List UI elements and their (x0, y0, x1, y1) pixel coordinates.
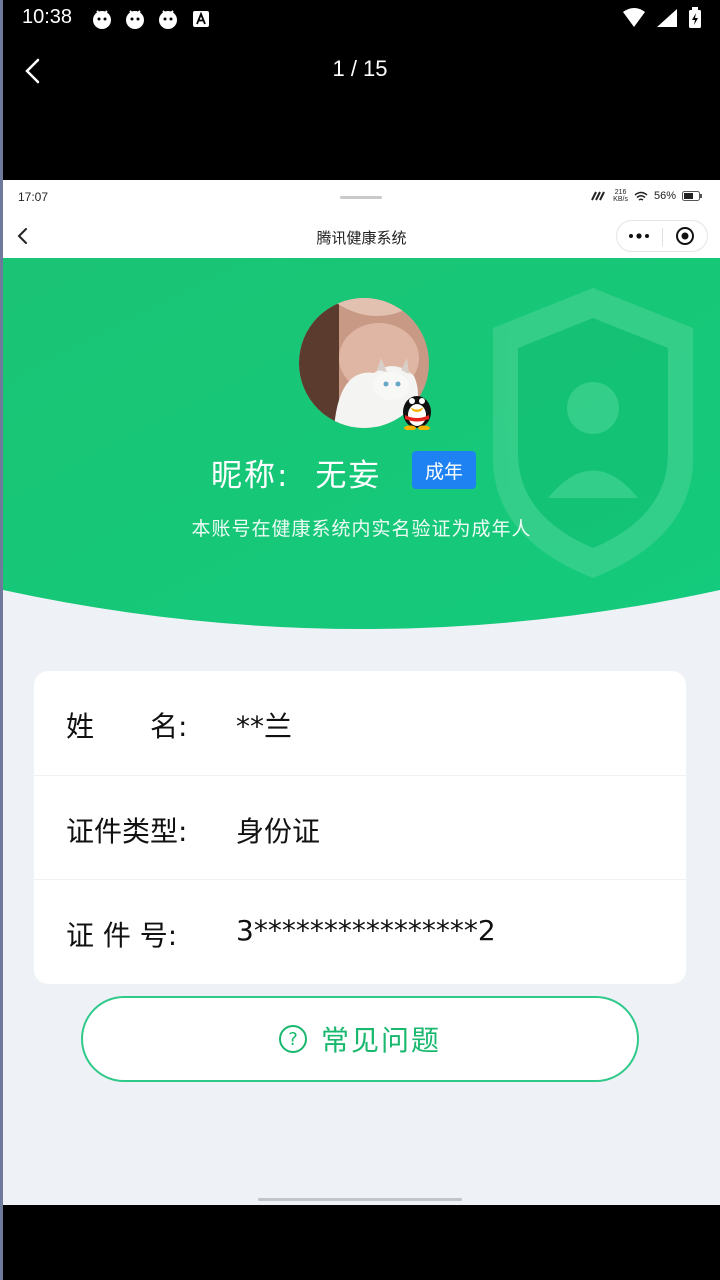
faq-label: 常见问题 (320, 1024, 441, 1057)
network-speed: 216 KB/s (613, 189, 628, 203)
nickname-label: 昵称: (211, 458, 290, 494)
qq-penguin-icon (403, 396, 431, 430)
signal-bars-icon (591, 191, 606, 201)
inner-status-bar: 17:07 216 KB/s 56% (3, 180, 720, 214)
network-speed-value: 216 (614, 189, 627, 196)
notification-icon (126, 10, 144, 29)
battery-percent: 56% (653, 190, 676, 202)
name-label: 姓 名: (66, 710, 188, 743)
image-counter: 1 / 15 (332, 56, 388, 81)
signal-icon (657, 9, 677, 27)
identity-info-card: 姓 名: **兰 证件类型: 身份证 证 件 号: 3*************… (34, 671, 686, 984)
mini-program-nav-bar: 腾讯健康系统 (3, 214, 720, 258)
target-close-icon (675, 227, 694, 245)
battery-icon (682, 191, 702, 201)
mini-program-capsule (616, 220, 708, 252)
network-speed-unit: KB/s (613, 196, 628, 203)
info-row-name: 姓 名: **兰 (34, 671, 686, 775)
battery-icon (689, 7, 701, 28)
nickname-value: 无妄 (315, 458, 382, 494)
top-pill (340, 196, 382, 199)
id-number-value: 3****************2 (236, 914, 496, 947)
system-status-bar: 10:38 (0, 0, 720, 36)
home-indicator (258, 1198, 462, 1201)
accessibility-icon (193, 11, 209, 27)
image-viewer-header: 1 / 15 (0, 36, 720, 106)
page-title: 腾讯健康系统 (316, 229, 407, 247)
adult-badge: 成年 (412, 451, 476, 489)
info-row-id-type: 证件类型: 身份证 (34, 775, 686, 879)
more-button[interactable] (617, 221, 662, 251)
id-number-label: 证 件 号: (66, 919, 178, 952)
inner-status-time: 17:07 (18, 190, 49, 204)
close-program-button[interactable] (663, 221, 708, 251)
inner-system-icons: 216 KB/s 56% (591, 189, 702, 203)
notification-icon (93, 10, 111, 29)
wifi-icon (623, 8, 645, 27)
more-dots-icon (629, 233, 650, 239)
screenshot-content: 17:07 216 KB/s 56% 腾讯健康系统 昵称: 无妄 成年 本账号在… (3, 180, 720, 1205)
id-type-label: 证件类型: (66, 815, 188, 848)
question-circle-icon: ? (278, 1025, 307, 1053)
info-row-id-number: 证 件 号: 3****************2 (34, 879, 686, 983)
notification-icon (159, 10, 177, 29)
verification-subtitle: 本账号在健康系统内实名验证为成年人 (191, 518, 532, 540)
nickname-line: 昵称: 无妄 (211, 450, 381, 495)
faq-button[interactable]: ? 常见问题 (81, 996, 639, 1082)
wifi-icon (634, 191, 648, 201)
system-time: 10:38 (22, 6, 73, 28)
profile-hero: 昵称: 无妄 成年 本账号在健康系统内实名验证为成年人 (3, 258, 720, 630)
id-type-value: 身份证 (236, 815, 321, 848)
name-value: **兰 (236, 710, 293, 743)
